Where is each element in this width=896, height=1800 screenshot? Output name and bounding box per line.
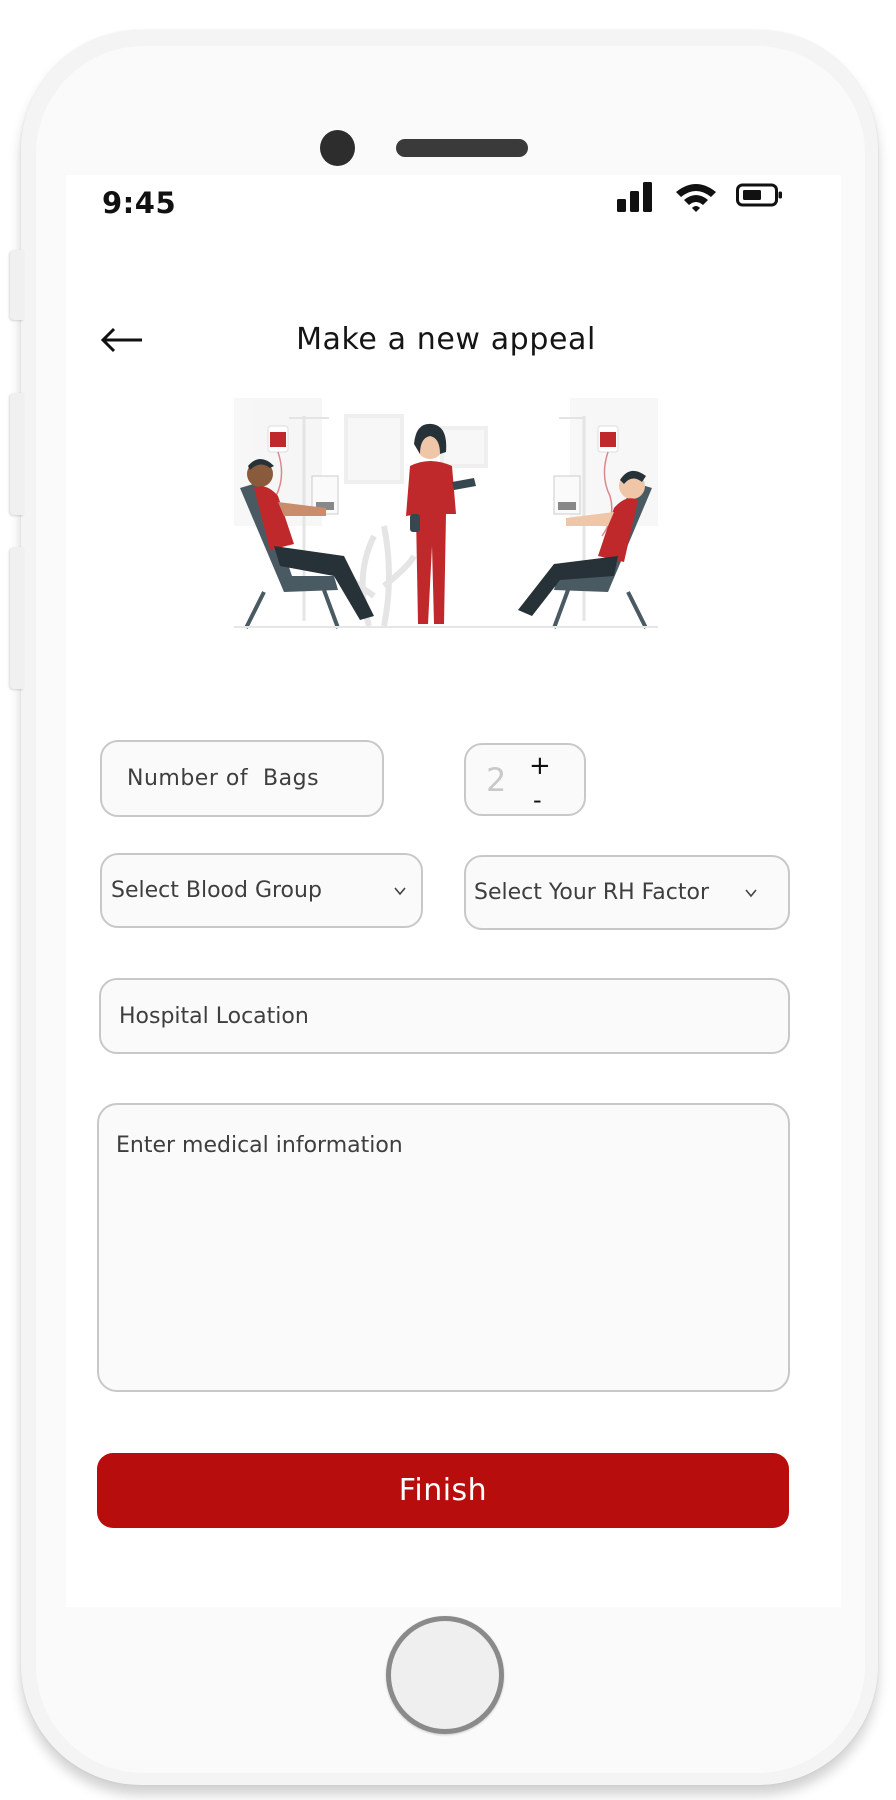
- volume-up-button: [10, 393, 24, 515]
- signal-icon: [617, 182, 652, 212]
- rh-factor-select[interactable]: Select Your RH Factor: [464, 855, 790, 930]
- number-of-bags-label: Number of Bags: [100, 740, 384, 817]
- wifi-icon: [676, 184, 716, 212]
- back-button[interactable]: [100, 322, 144, 358]
- blood-group-placeholder: Select Blood Group: [111, 878, 322, 903]
- blood-group-select[interactable]: Select Blood Group: [100, 853, 423, 928]
- page-title: Make a new appeal: [296, 322, 596, 357]
- chevron-down-icon: [745, 888, 757, 897]
- hospital-location-input[interactable]: Hospital Location: [99, 978, 790, 1054]
- earpiece-speaker: [396, 139, 528, 157]
- rh-factor-placeholder: Select Your RH Factor: [474, 880, 709, 905]
- medical-information-textarea[interactable]: Enter medical information: [97, 1103, 790, 1392]
- blood-donation-illustration: [234, 398, 658, 629]
- front-camera: [320, 130, 355, 166]
- finish-button[interactable]: Finish: [97, 1453, 789, 1528]
- bags-label-text: Number of Bags: [127, 766, 320, 791]
- chevron-down-icon: [394, 886, 406, 895]
- increment-button[interactable]: +: [529, 751, 551, 781]
- arrow-left-icon: [100, 327, 142, 353]
- mute-switch: [10, 250, 24, 320]
- battery-icon: [736, 183, 782, 207]
- hospital-location-placeholder: Hospital Location: [119, 1003, 309, 1029]
- home-button[interactable]: [386, 1616, 504, 1734]
- status-time: 9:45: [102, 186, 177, 220]
- bags-quantity-stepper[interactable]: 2 + -: [464, 743, 586, 816]
- medical-information-placeholder: Enter medical information: [116, 1133, 403, 1158]
- volume-down-button: [10, 547, 24, 689]
- bags-quantity-value[interactable]: 2: [486, 761, 506, 799]
- finish-button-label: Finish: [398, 1473, 488, 1508]
- decrement-button[interactable]: -: [533, 785, 542, 815]
